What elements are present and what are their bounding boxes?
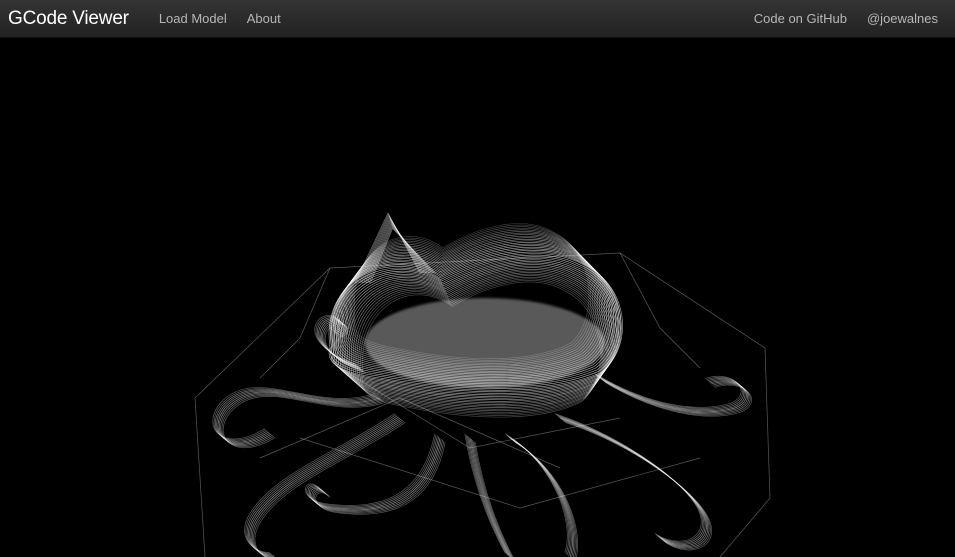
top-navbar: GCode Viewer Load Model About Code on Gi… — [0, 0, 955, 38]
tentacle-stroke — [565, 422, 712, 551]
tentacle-stroke — [254, 422, 406, 557]
tentacle-stroke — [215, 389, 378, 442]
tentacle-stroke — [558, 416, 706, 545]
tentacle-stroke — [561, 418, 708, 548]
3d-viewport-canvas[interactable] — [0, 38, 955, 557]
nav-about[interactable]: About — [247, 11, 281, 26]
tentacle-stroke — [559, 417, 707, 546]
nav-right-group: Code on GitHub @joewalnes — [734, 11, 955, 26]
tentacle-stroke — [562, 419, 710, 549]
tentacle-stroke — [555, 414, 703, 543]
tentacle-stroke — [474, 442, 514, 557]
nav-load-model[interactable]: Load Model — [159, 11, 227, 26]
tentacle-stroke — [557, 415, 705, 544]
tentacle-stroke — [216, 390, 379, 443]
tentacle-stroke — [306, 434, 437, 507]
tentacle-stroke — [470, 439, 512, 557]
tentacle-stroke — [253, 421, 405, 557]
body-core-highlight — [365, 298, 605, 388]
tentacle-stroke — [213, 388, 377, 441]
octopus-body — [328, 212, 623, 418]
tentacle-stroke — [217, 391, 381, 444]
nav-twitter-handle[interactable]: @joewalnes — [867, 11, 938, 26]
gcode-model-render — [194, 212, 771, 557]
tentacle-stroke — [472, 440, 512, 557]
tentacle-stroke — [212, 387, 375, 440]
tentacle-stroke — [554, 413, 702, 542]
brand-title[interactable]: GCode Viewer — [8, 8, 129, 30]
tentacle-stroke — [473, 441, 513, 557]
tentacle-stroke — [563, 420, 711, 550]
nav-code-on-github[interactable]: Code on GitHub — [754, 11, 847, 26]
